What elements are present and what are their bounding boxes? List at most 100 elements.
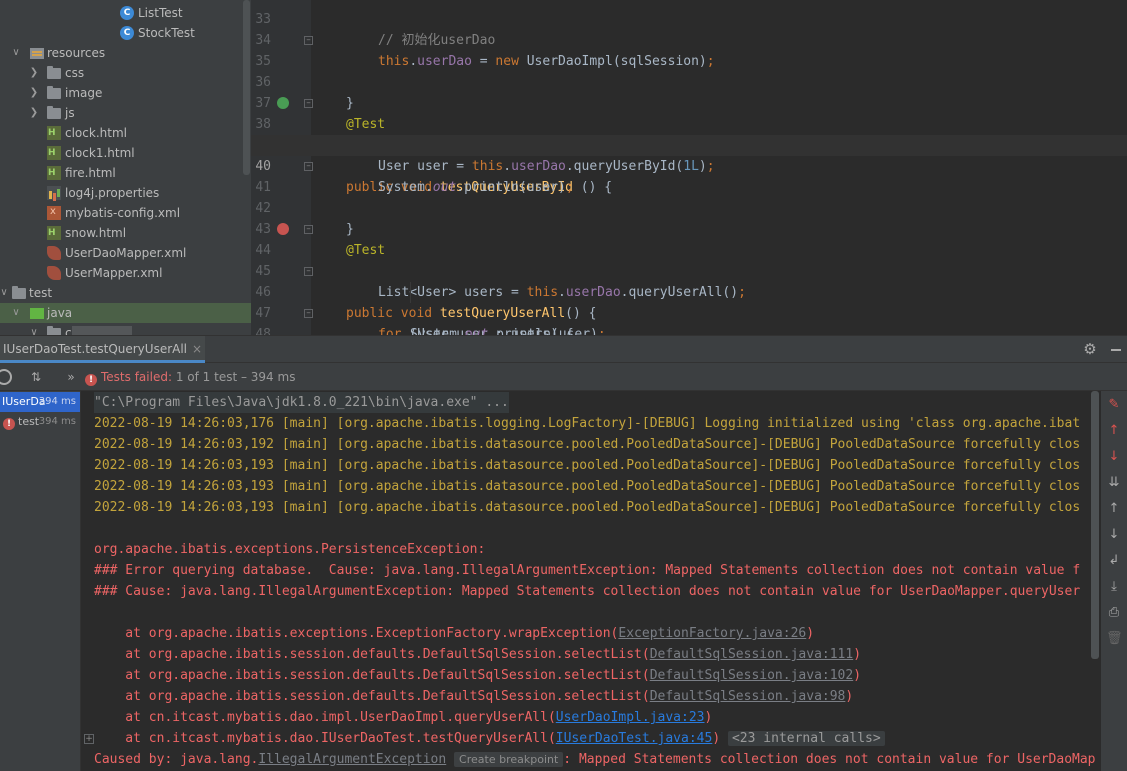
tree-item-listtest[interactable]: C ListTest — [0, 3, 251, 23]
code-line[interactable]: 46 − for (User user : users) { — [251, 261, 1127, 335]
chevron-right-icon[interactable]: ❯ — [28, 103, 40, 123]
chevron-down-icon[interactable]: ∨ — [10, 303, 22, 323]
code-line[interactable]: 45 List<User> users = this.userDao.query… — [251, 240, 1127, 300]
stack-frame-suffix: ) — [712, 731, 721, 746]
run-test-ok-icon[interactable] — [277, 97, 289, 109]
fold-icon[interactable]: − — [304, 309, 313, 318]
stack-frame-link[interactable]: DefaultSqlSession.java:102 — [650, 668, 854, 683]
code-line[interactable]: 36 — [251, 51, 1127, 90]
gear-icon[interactable]: ⚙ — [1082, 341, 1098, 357]
tree-item-stocktest[interactable]: C StockTest — [0, 23, 251, 43]
tree-item-java[interactable]: ∨ java — [0, 303, 251, 323]
code-line[interactable]: 34 this.userDao = new UserDaoImpl(sqlSes… — [251, 9, 1127, 69]
sort-down-icon[interactable]: ⇊ — [1106, 475, 1122, 491]
code-line[interactable]: 37 @Test — [251, 72, 1127, 132]
down-arrow-icon[interactable]: ↓ — [1106, 527, 1122, 543]
stack-frame-suffix: ) — [853, 647, 862, 662]
up-arrow-icon[interactable]: ↑ — [1106, 501, 1122, 517]
chevron-down-icon[interactable]: ∨ — [0, 283, 10, 303]
console-debug-line: 2022-08-19 14:26:03,193 [main] [org.apac… — [94, 479, 1081, 494]
stack-frame: at org.apache.ibatis.session.defaults.De… — [94, 668, 650, 683]
test-tree-root[interactable]: IUserDa 394 ms — [0, 392, 80, 412]
tree-item-snow-html[interactable]: snow.html — [0, 223, 251, 243]
code-line[interactable]: 49 } — [251, 324, 1127, 335]
tree-item-resources[interactable]: ∨ resources — [0, 43, 251, 63]
tree-item-label: fire.html — [65, 166, 116, 180]
sort-icon[interactable]: ⇅ — [27, 368, 45, 386]
stack-frame-link[interactable]: ExceptionFactory.java:26 — [618, 626, 806, 641]
code-line[interactable]: 39 User user = this.userDao.queryUserByI… — [251, 114, 1127, 174]
stack-trace-line: at cn.itcast.mybatis.dao.impl.UserDaoImp… — [94, 707, 712, 728]
properties-icon — [47, 186, 61, 200]
exception-link[interactable]: IllegalArgumentException — [258, 752, 446, 767]
stack-frame-link[interactable]: DefaultSqlSession.java:111 — [650, 647, 854, 662]
code-line[interactable]: 42 — [251, 177, 1127, 216]
chevron-right-icon[interactable]: ❯ — [28, 83, 40, 103]
stack-frame-suffix: ) — [845, 689, 854, 704]
minimize-icon[interactable] — [1108, 341, 1124, 357]
run-test-failed-icon[interactable] — [277, 223, 289, 235]
run-toolbar: ⇅ » ! Tests failed: 1 of 1 test – 394 ms — [0, 363, 1127, 391]
console-command-line: "C:\Program Files\Java\jdk1.8.0_221\bin\… — [94, 392, 509, 413]
code-line[interactable]: 33 // 初始化userDao — [251, 0, 1127, 48]
tree-item-clock-html[interactable]: clock.html — [0, 123, 251, 143]
close-icon[interactable]: × — [192, 342, 202, 356]
code-line[interactable]: 38 − public void testQueryUserById () { — [251, 93, 1127, 195]
tree-item-label: mybatis-config.xml — [65, 206, 181, 220]
tree-scrollbar[interactable] — [243, 0, 250, 175]
code-line[interactable]: 44 − public void testQueryUserAll() { — [251, 219, 1127, 321]
fold-icon[interactable]: − — [304, 99, 313, 108]
stack-frame-suffix: ) — [806, 626, 815, 641]
internal-calls-badge[interactable]: <23 internal calls> — [727, 731, 885, 746]
print-icon[interactable]: ⎙ — [1106, 605, 1122, 621]
run-tab[interactable]: IUserDaoTest.testQueryUserAll × — [0, 336, 206, 363]
chevron-down-icon[interactable]: ∨ — [10, 43, 22, 63]
html-icon — [47, 226, 61, 240]
fold-icon[interactable]: − — [304, 225, 313, 234]
create-breakpoint-button[interactable]: Create breakpoint — [454, 752, 564, 767]
fold-icon[interactable]: − — [304, 267, 313, 276]
console-scrollbar[interactable] — [1091, 391, 1099, 659]
tree-item-mybatis-config[interactable]: mybatis-config.xml — [0, 203, 251, 223]
fold-icon[interactable]: − — [304, 162, 313, 171]
class-icon: C — [120, 26, 134, 40]
code-line[interactable]: 47 System.out.println(user); — [251, 282, 1127, 335]
tree-horizontal-scrollbar[interactable] — [72, 326, 132, 335]
tree-item-userdaomapper[interactable]: UserDaoMapper.xml — [0, 243, 251, 263]
stack-frame-link[interactable]: IUserDaoTest.java:45 — [556, 731, 713, 746]
scroll-to-end-icon[interactable]: ⤓ — [1106, 579, 1122, 595]
soft-wrap-icon[interactable]: ↲ — [1106, 553, 1122, 569]
tree-item-usermapper[interactable]: UserMapper.xml — [0, 263, 251, 283]
chevron-down-icon[interactable]: ∨ — [28, 323, 40, 335]
test-tree-item[interactable]: ! test 394 ms — [0, 412, 80, 432]
tree-item-css[interactable]: ❯ css — [0, 63, 251, 83]
tree-item-clock1-html[interactable]: clock1.html — [0, 143, 251, 163]
run-tab-label: IUserDaoTest.testQueryUserAll — [3, 342, 188, 356]
stack-frame-suffix: ) — [704, 710, 713, 725]
next-failure-icon[interactable]: ↓ — [1106, 449, 1122, 465]
trash-icon[interactable]: 🗑 — [1106, 631, 1123, 647]
expand-icon[interactable]: + — [84, 734, 94, 744]
console-debug-line: 2022-08-19 14:26:03,176 [main] [org.apac… — [94, 416, 1081, 431]
folder-icon — [47, 86, 61, 99]
chevron-right-icon[interactable]: ❯ — [28, 63, 40, 83]
code-line[interactable]: 35 − } — [251, 30, 1127, 111]
more-icon[interactable]: » — [62, 368, 80, 386]
tree-item-js[interactable]: ❯ js — [0, 103, 251, 123]
code-line[interactable]: 48 − } — [251, 303, 1127, 335]
tree-item-log4j-properties[interactable]: log4j.properties — [0, 183, 251, 203]
code-editor[interactable]: 33 // 初始化userDao 34 this.userDao = new U… — [251, 0, 1127, 335]
tree-item-fire-html[interactable]: fire.html — [0, 163, 251, 183]
code-line-current[interactable]: 40 System.out.println(user); — [251, 135, 1127, 195]
stack-frame-link[interactable]: DefaultSqlSession.java:98 — [650, 689, 846, 704]
stack-frame-link[interactable]: UserDaoImpl.java:23 — [556, 710, 705, 725]
tree-item-test[interactable]: ∨ test — [0, 283, 251, 303]
previous-failure-icon[interactable]: ↑ — [1106, 423, 1122, 439]
code-line[interactable]: 43 @Test — [251, 198, 1127, 258]
fold-icon[interactable]: − — [304, 36, 313, 45]
console-output[interactable]: "C:\Program Files\Java\jdk1.8.0_221\bin\… — [82, 391, 1100, 771]
code-line[interactable]: 41 − } — [251, 156, 1127, 237]
tree-item-image[interactable]: ❯ image — [0, 83, 251, 103]
stop-icon[interactable] — [0, 369, 12, 385]
edit-red-icon[interactable]: ✎ — [1106, 397, 1122, 413]
